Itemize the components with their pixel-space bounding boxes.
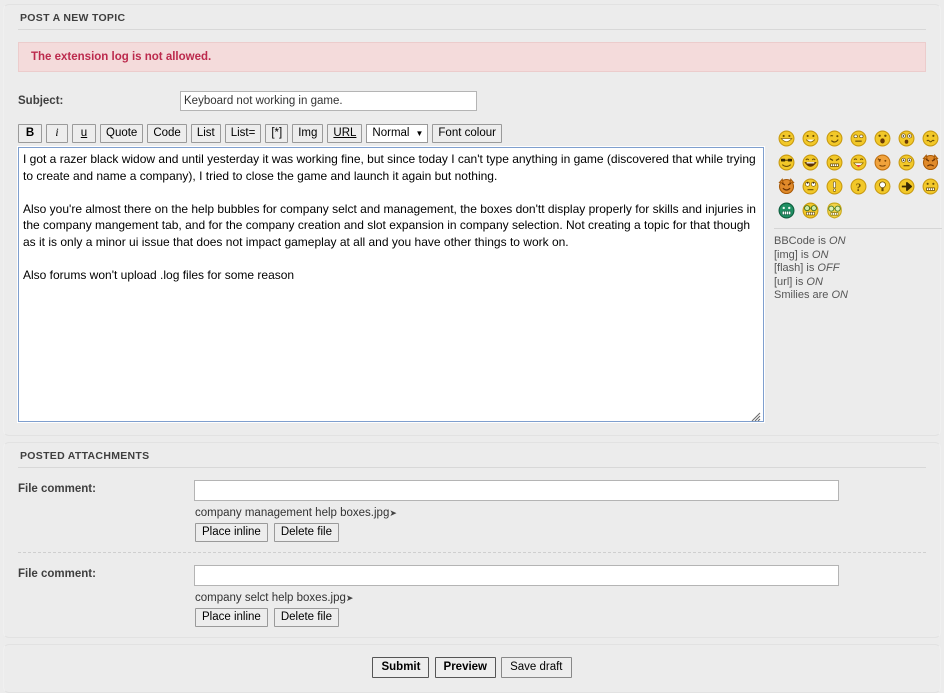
smilie-arrow-icon[interactable] [898, 178, 915, 195]
delete-file-button[interactable]: Delete file [274, 608, 339, 627]
svg-text:?: ? [855, 181, 861, 193]
attachments-heading: POSTED ATTACHMENTS [18, 443, 926, 468]
download-arrow-icon: ➤ [389, 508, 397, 518]
attachment-actions: Place inline Delete file [194, 608, 926, 627]
smilie-geek-icon[interactable] [802, 202, 819, 219]
attachment-filename[interactable]: company selct help boxes.jpg [195, 592, 346, 604]
bbcode-quote-button[interactable]: Quote [100, 124, 143, 143]
posted-attachments-panel: POSTED ATTACHMENTS File comment: company… [3, 442, 941, 638]
attachment-filename-row: company selct help boxes.jpg➤ [194, 586, 926, 608]
post-form-panel: POST A NEW TOPIC The extension log is no… [3, 4, 941, 436]
download-arrow-icon: ➤ [346, 593, 354, 603]
bbcode-image-button[interactable]: Img [292, 124, 323, 143]
smilie-evil-icon[interactable] [922, 154, 939, 171]
subject-row: Subject: [4, 72, 940, 116]
smilie-very-happy-icon[interactable] [778, 130, 795, 147]
message-textarea-holder [18, 147, 764, 425]
form-actions-panel: Submit Preview Save draft [3, 644, 941, 693]
attachment-filename[interactable]: company management help boxes.jpg [195, 507, 389, 519]
editor-left-column: B i u Quote Code List List= [*] Img URL … [18, 124, 766, 425]
smilies-grid: ? [774, 126, 944, 222]
smilie-rolling-eyes-icon[interactable] [802, 178, 819, 195]
smilie-shocked-icon[interactable] [898, 130, 915, 147]
bbcode-status-value: OFF [817, 262, 839, 274]
bbcode-status-value: ON [812, 249, 829, 261]
smilie-embarrassed-icon[interactable] [874, 154, 891, 171]
smilie-idea-icon[interactable] [874, 178, 891, 195]
smilie-crying-icon[interactable] [898, 154, 915, 171]
smilie-ugeek-icon[interactable] [826, 202, 843, 219]
smilie-question-icon[interactable]: ? [850, 178, 867, 195]
editor-area: B i u Quote Code List List= [*] Img URL … [4, 116, 940, 435]
bbcode-underline-button[interactable]: u [72, 124, 96, 143]
page-title: POST A NEW TOPIC [18, 5, 926, 30]
attachment-item: File comment: company management help bo… [4, 468, 940, 552]
place-inline-button[interactable]: Place inline [195, 523, 268, 542]
attachment-actions: Place inline Delete file [194, 523, 926, 542]
bbcode-status-item: [flash] is OFF [774, 262, 944, 276]
smilie-sad-icon[interactable] [850, 130, 867, 147]
bbcode-status-item: [img] is ON [774, 249, 944, 263]
bbcode-list-button[interactable]: List [191, 124, 221, 143]
bbcode-status-label: BBCode is [774, 235, 826, 247]
bbcode-status-item: [url] is ON [774, 276, 944, 290]
attachment-item: File comment: company selct help boxes.j… [4, 553, 940, 637]
bbcode-list-item-button[interactable]: [*] [265, 124, 288, 143]
smilie-twisted-evil-icon[interactable] [778, 178, 795, 195]
smilies-divider [774, 228, 942, 229]
bbcode-url-button[interactable]: URL [327, 124, 362, 143]
font-size-select-value: Normal [372, 125, 409, 142]
bbcode-toolbar: B i u Quote Code List List= [*] Img URL … [18, 124, 766, 143]
message-textarea[interactable] [18, 147, 764, 422]
bbcode-status-value: ON [806, 276, 823, 288]
bbcode-list-ordered-button[interactable]: List= [225, 124, 262, 143]
attachment-filename-row: company management help boxes.jpg➤ [194, 501, 926, 523]
bbcode-bold-button[interactable]: B [18, 124, 42, 143]
bbcode-status-item: Smilies are ON [774, 289, 944, 303]
attachment-body: company management help boxes.jpg➤ Place… [194, 480, 926, 542]
file-comment-label: File comment: [18, 565, 194, 580]
smilie-surprised-icon[interactable] [874, 130, 891, 147]
chevron-down-icon: ▼ [415, 130, 423, 138]
file-comment-input[interactable] [194, 565, 839, 586]
smilies-column: ? BBCode is ON [img] is [766, 124, 944, 425]
smilie-mad-icon[interactable] [826, 154, 843, 171]
attachment-body: company selct help boxes.jpg➤ Place inli… [194, 565, 926, 627]
place-inline-button[interactable]: Place inline [195, 608, 268, 627]
preview-button[interactable]: Preview [435, 657, 496, 678]
submit-button[interactable]: Submit [372, 657, 429, 678]
smilie-cool-icon[interactable] [778, 154, 795, 171]
subject-input[interactable] [180, 91, 477, 111]
error-message: The extension log is not allowed. [18, 42, 926, 72]
bbcode-code-button[interactable]: Code [147, 124, 187, 143]
bbcode-italic-button[interactable]: i [46, 124, 68, 143]
bbcode-status-value: ON [829, 235, 846, 247]
bbcode-status-value: ON [831, 289, 848, 301]
font-size-select[interactable]: Normal ▼ [366, 124, 428, 143]
smilie-smile-icon[interactable] [802, 130, 819, 147]
smilie-exclamation-icon[interactable] [826, 178, 843, 195]
bbcode-status-label: [img] is [774, 249, 809, 261]
smilie-confused-icon[interactable] [922, 130, 939, 147]
smilie-green-icon[interactable] [778, 202, 795, 219]
bbcode-status-label: [flash] is [774, 262, 814, 274]
smilie-neutral-icon[interactable] [922, 178, 939, 195]
bbcode-status-label: Smilies are [774, 289, 828, 301]
bbcode-status-label: [url] is [774, 276, 803, 288]
bbcode-status-list: BBCode is ON [img] is ON [flash] is OFF … [774, 235, 944, 303]
file-comment-label: File comment: [18, 480, 194, 495]
save-draft-button[interactable]: Save draft [501, 657, 571, 678]
smilie-laughing-icon[interactable] [802, 154, 819, 171]
bbcode-status-item: BBCode is ON [774, 235, 944, 249]
smilie-wink-icon[interactable] [826, 130, 843, 147]
file-comment-input[interactable] [194, 480, 839, 501]
delete-file-button[interactable]: Delete file [274, 523, 339, 542]
subject-label: Subject: [18, 95, 180, 107]
post-new-topic-page: POST A NEW TOPIC The extension log is no… [0, 4, 944, 693]
font-colour-button[interactable]: Font colour [432, 124, 502, 143]
smilie-razz-icon[interactable] [850, 154, 867, 171]
